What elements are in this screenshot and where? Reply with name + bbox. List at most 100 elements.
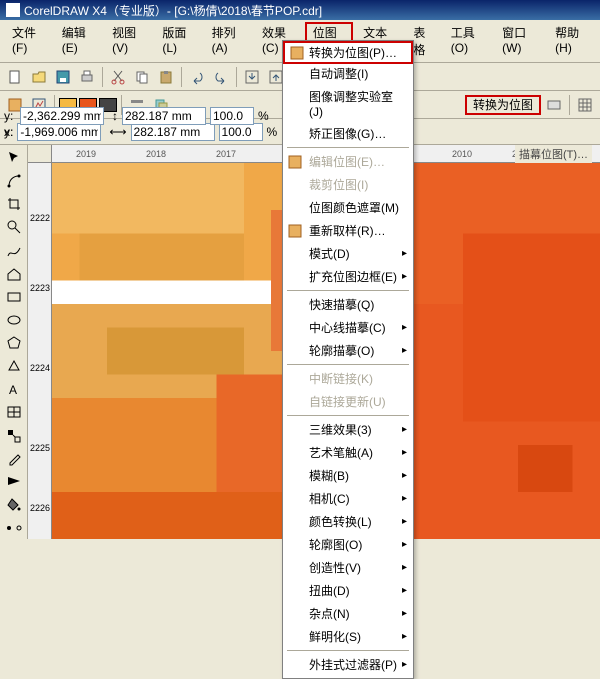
menu-item[interactable]: 杂点(N) (283, 602, 413, 625)
import-button[interactable] (241, 66, 263, 88)
zoom-tool[interactable] (2, 216, 26, 238)
ruler-tick: 2223 (30, 283, 50, 293)
rectangle-tool[interactable] (2, 286, 26, 308)
menu-item-label: 转换为位图(P)… (309, 44, 397, 61)
ellipse-tool[interactable] (2, 309, 26, 331)
ruler-tick: 2010 (452, 149, 472, 159)
toolbar-separator (569, 95, 570, 115)
grid-button[interactable] (574, 94, 596, 116)
zoom-input-2[interactable] (210, 107, 254, 125)
menu-item-label: 创造性(V) (309, 559, 361, 576)
menu-item-label: 杂点(N) (309, 605, 350, 622)
polygon-tool[interactable] (2, 332, 26, 354)
bitmap-menu-dropdown: 转换为位图(P)…自动调整(I) 图像调整实验室(J) 矫正图像(G)… 编辑位图(E… (282, 40, 414, 679)
text-tool[interactable]: A (2, 378, 26, 400)
edit-icon (287, 154, 303, 170)
menu-separator (287, 364, 409, 365)
menu-item[interactable]: 三维效果(3) (283, 418, 413, 441)
menu-item[interactable]: 鲜明化(S) (283, 625, 413, 648)
menu-item[interactable]: 扭曲(D) (283, 579, 413, 602)
undo-button[interactable] (186, 66, 208, 88)
menu-item[interactable]: 重新取样(R)… (283, 219, 413, 242)
y-label: y: (4, 109, 14, 123)
menu-item-label: 自链接更新(U) (309, 393, 386, 410)
menu-item[interactable]: 艺术笔触(A) (283, 441, 413, 464)
trace-bitmap-label[interactable]: 描幕位图(T)… (515, 145, 592, 163)
menu-item[interactable]: 中心线描摹(C) (283, 316, 413, 339)
pick-tool[interactable] (2, 147, 26, 169)
menu-item[interactable]: 排列(A) (204, 22, 252, 60)
app-icon (6, 3, 20, 17)
menu-item[interactable]: 扩充位图边框(E) (283, 265, 413, 288)
title-bar: CorelDRAW X4（专业版）- [G:\杨倩\2018\春节POP.cdr… (0, 0, 600, 20)
cut-button[interactable] (107, 66, 129, 88)
menu-item-label: 三维效果(3) (309, 421, 372, 438)
fill-tool[interactable] (2, 494, 26, 516)
vertical-ruler: 22222223222422252226 (28, 163, 52, 539)
menu-item[interactable]: 轮廓描摹(O) (283, 339, 413, 362)
eyedropper-tool[interactable] (2, 448, 26, 470)
menu-item[interactable]: 位图颜色遮罩(M) (283, 196, 413, 219)
svg-text:A: A (9, 383, 17, 397)
percent-label: % (267, 125, 278, 139)
menu-item[interactable]: 矫正图像(G)… (283, 122, 413, 145)
redo-button[interactable] (210, 66, 232, 88)
menu-item[interactable]: 帮助(H) (547, 22, 596, 60)
menu-item[interactable]: 图像调整实验室(J) (283, 85, 413, 122)
menu-item[interactable]: 转换为位图(P)… (283, 41, 413, 64)
menu-item[interactable]: 创造性(V) (283, 556, 413, 579)
toolbox: A (0, 145, 28, 539)
paste-button[interactable] (155, 66, 177, 88)
y-input[interactable] (20, 107, 104, 125)
new-button[interactable] (4, 66, 26, 88)
menu-item[interactable]: 文件(F) (4, 22, 52, 60)
menu-item: 编辑位图(E)… (283, 150, 413, 173)
menu-item[interactable]: 相机(C) (283, 487, 413, 510)
menu-item[interactable]: 轮廓图(O) (283, 533, 413, 556)
menu-item[interactable]: 快速描摹(Q) (283, 293, 413, 316)
w-input[interactable] (131, 123, 215, 141)
menu-item-label: 轮廓描摹(O) (309, 342, 374, 359)
convert-icon (289, 45, 305, 61)
save-button[interactable] (52, 66, 74, 88)
menu-item[interactable]: 颜色转换(L) (283, 510, 413, 533)
menu-item[interactable]: 外挂式过滤器(P) (283, 653, 413, 676)
menu-item-label: 图像调整实验室(J) (309, 88, 405, 119)
interactive-tool[interactable] (2, 425, 26, 447)
menu-item[interactable]: 版面(L) (154, 22, 201, 60)
ruler-tick: 2017 (216, 149, 236, 159)
menu-item[interactable]: 自动调整(I) (283, 62, 413, 85)
interactive-fill-tool[interactable] (2, 517, 26, 539)
menu-item-label: 快速描摹(Q) (309, 296, 374, 313)
menu-item-label: 中断链接(K) (309, 370, 373, 387)
window-title: CorelDRAW X4（专业版）- [G:\杨倩\2018\春节POP.cdr… (24, 2, 322, 19)
menu-item-label: 外挂式过滤器(P) (309, 656, 397, 673)
menu-item-label: 重新取样(R)… (309, 222, 386, 239)
copy-button[interactable] (131, 66, 153, 88)
menu-item[interactable]: 视图(V) (104, 22, 152, 60)
menu-item[interactable]: 模糊(B) (283, 464, 413, 487)
outline-tool[interactable] (2, 471, 26, 493)
menu-item[interactable]: 模式(D) (283, 242, 413, 265)
menu-item-label: 相机(C) (309, 490, 350, 507)
menu-item[interactable]: 工具(O) (443, 22, 492, 60)
basic-shapes-tool[interactable] (2, 355, 26, 377)
more-button[interactable] (543, 94, 565, 116)
x-label: x: (4, 125, 13, 139)
convert-to-bitmap-button[interactable]: 转换为位图 (465, 95, 541, 115)
h-input[interactable] (122, 107, 206, 125)
table-tool[interactable] (2, 401, 26, 423)
zoom-input-1[interactable] (219, 123, 263, 141)
print-button[interactable] (76, 66, 98, 88)
menu-item[interactable]: 窗口(W) (494, 22, 545, 60)
freehand-tool[interactable] (2, 240, 26, 262)
open-button[interactable] (28, 66, 50, 88)
menu-item[interactable]: 编辑(E) (54, 22, 102, 60)
x-input[interactable] (17, 123, 101, 141)
menu-item: 裁剪位图(I) (283, 173, 413, 196)
menu-item: 自链接更新(U) (283, 390, 413, 413)
menu-item-label: 模式(D) (309, 245, 350, 262)
crop-tool[interactable] (2, 193, 26, 215)
shape-tool[interactable] (2, 170, 26, 192)
smart-fill-tool[interactable] (2, 263, 26, 285)
